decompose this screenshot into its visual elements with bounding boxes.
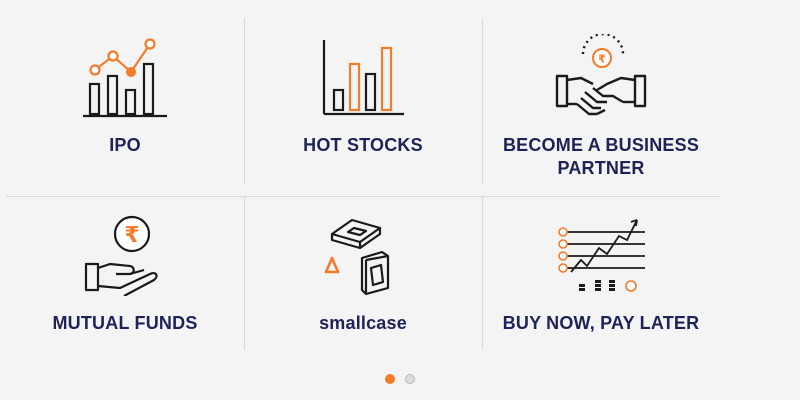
tile-label-line: BUY NOW, PAY LATER xyxy=(502,313,700,333)
tile-label: smallcase xyxy=(244,312,482,335)
tile-label-line: HOT STOCKS xyxy=(303,135,423,155)
feature-grid: IPO HOT STOCKS ₹ BECOME A BUSINESS PARTN… xyxy=(6,18,720,350)
tile-buy-now-pay-later[interactable]: BUY NOW, PAY LATER xyxy=(482,196,720,362)
trend-coins-chart-icon xyxy=(558,219,645,292)
bar-chart-icon xyxy=(322,40,404,116)
tile-label-line: IPO xyxy=(109,135,141,155)
tile-label: BECOME A BUSINESS PARTNER xyxy=(482,134,720,180)
handshake-rupee-icon: ₹ xyxy=(555,34,647,116)
tile-label-line: smallcase xyxy=(319,313,407,333)
svg-text:₹: ₹ xyxy=(598,53,606,66)
tile-label-line: BECOME A BUSINESS xyxy=(502,135,700,155)
tile-mutual-funds[interactable]: ₹ MUTUAL FUNDS xyxy=(6,196,244,362)
tile-label: HOT STOCKS xyxy=(244,134,482,157)
tile-label-line: PARTNER xyxy=(557,158,645,178)
svg-text:₹: ₹ xyxy=(124,223,139,248)
carousel-pagination xyxy=(0,374,800,384)
tile-label: IPO xyxy=(6,134,244,157)
tile-label: BUY NOW, PAY LATER xyxy=(482,312,720,335)
tile-label: MUTUAL FUNDS xyxy=(6,312,244,335)
tile-smallcase[interactable]: smallcase xyxy=(244,196,482,362)
line-chart-growth-icon xyxy=(83,38,167,118)
tile-ipo[interactable]: IPO xyxy=(6,18,244,184)
carousel-dot[interactable] xyxy=(405,374,415,384)
tile-business-partner[interactable]: ₹ BECOME A BUSINESS PARTNER xyxy=(482,18,720,184)
tile-label-line: MUTUAL FUNDS xyxy=(52,313,198,333)
hand-rupee-coin-icon: ₹ xyxy=(84,215,158,296)
tile-hot-stocks[interactable]: HOT STOCKS xyxy=(244,18,482,184)
smallcase-cube-icon xyxy=(324,218,390,296)
carousel-dot-active[interactable] xyxy=(385,374,395,384)
